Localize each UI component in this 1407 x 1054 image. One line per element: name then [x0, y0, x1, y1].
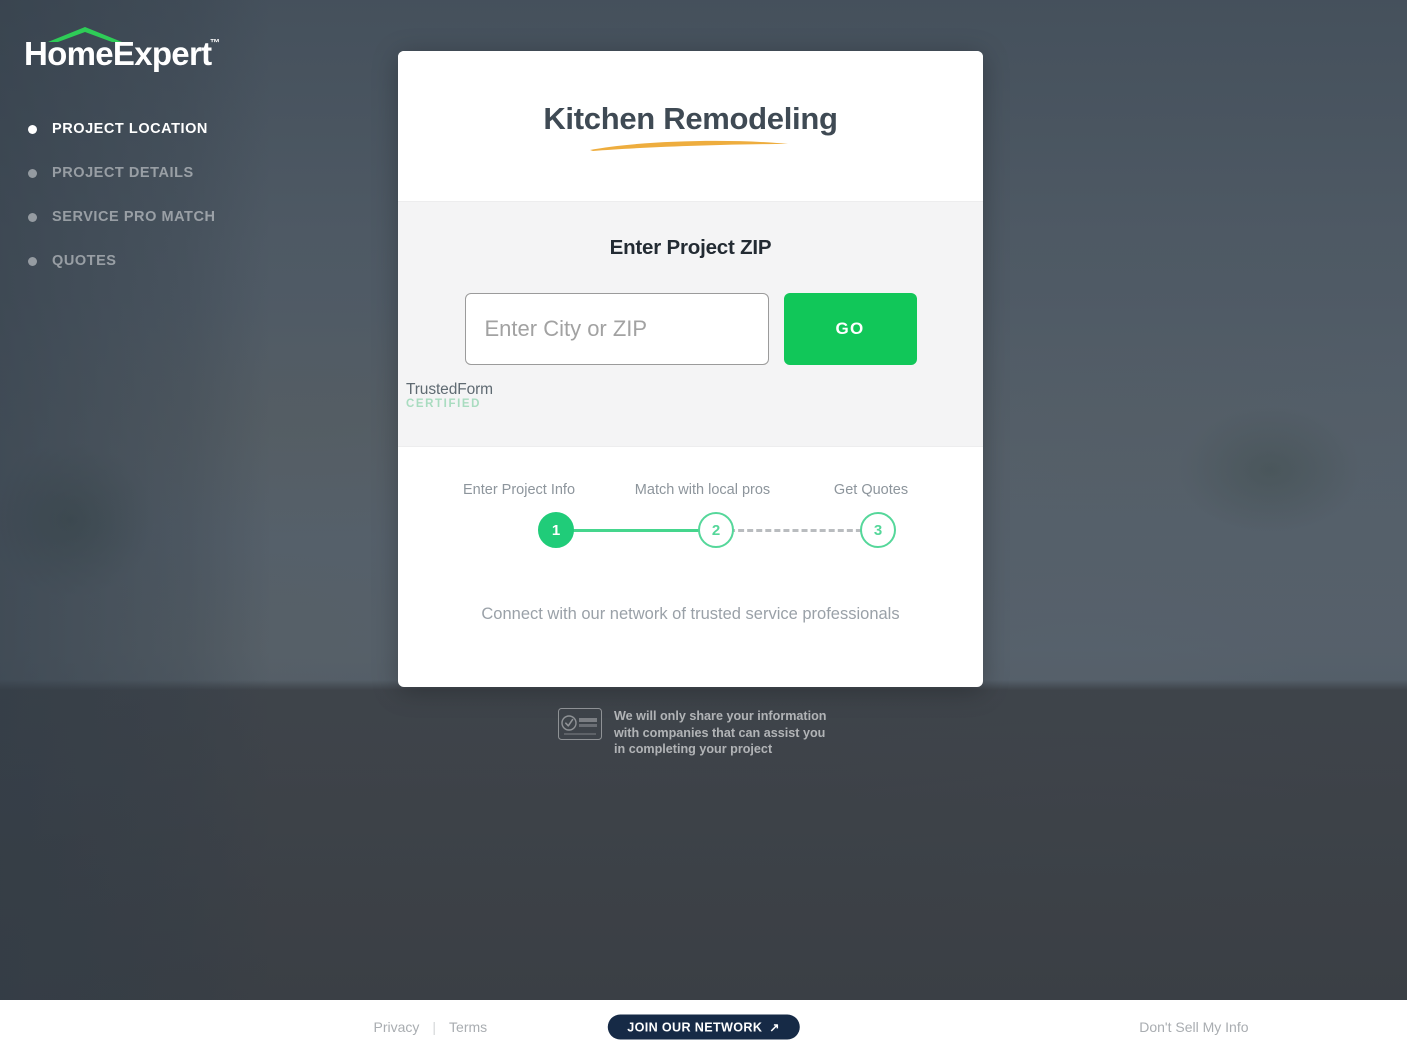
trustedform-badge: TrustedForm CERTIFIED: [398, 382, 493, 410]
zip-heading: Enter Project ZIP: [609, 236, 772, 259]
footer-inner: Privacy | Terms JOIN OUR NETWORK ↗ Don't…: [354, 1000, 1249, 1054]
footer-legal-links: Privacy | Terms: [374, 1019, 488, 1035]
brand-logo[interactable]: HomeExpert ™: [24, 26, 224, 72]
brand-name: HomeExpert: [24, 35, 212, 72]
stepper-track: 1 2 3: [538, 512, 896, 548]
zip-entry-section: Enter Project ZIP GO TrustedForm CERTIFI…: [398, 201, 983, 447]
bullet-icon: [28, 168, 37, 178]
norton-secured-seal-icon: [558, 708, 602, 740]
step-circle-3: 3: [860, 512, 896, 548]
arrow-up-right-icon: ↗: [769, 1020, 780, 1034]
do-not-sell-link[interactable]: Don't Sell My Info: [1139, 1019, 1248, 1035]
sidebar-item-quotes[interactable]: QUOTES: [28, 248, 288, 274]
disclaimer-line-1: We will only share your information: [614, 709, 827, 723]
privacy-link[interactable]: Privacy: [374, 1019, 420, 1035]
sidebar-item-label: PROJECT DETAILS: [52, 165, 194, 181]
sidebar-item-label: SERVICE PRO MATCH: [52, 209, 216, 225]
document-check-icon: [398, 384, 399, 408]
zip-form-row: GO: [398, 293, 983, 365]
sidebar-item-project-location[interactable]: PROJECT LOCATION: [28, 116, 288, 142]
trustedform-text: TrustedForm CERTIFIED: [406, 382, 493, 410]
bullet-icon: [28, 212, 37, 222]
lead-form-modal: Kitchen Remodeling Enter Project ZIP GO: [398, 51, 983, 687]
title-underline-swoosh: [589, 140, 788, 151]
trademark-symbol: ™: [210, 38, 220, 49]
page-footer: Privacy | Terms JOIN OUR NETWORK ↗ Don't…: [0, 1000, 1407, 1054]
track-segment-pending: [720, 529, 880, 532]
step-label-2: Match with local pros: [634, 482, 771, 498]
zip-input[interactable]: [464, 293, 769, 365]
step-label-3: Get Quotes: [833, 482, 909, 498]
join-our-network-button[interactable]: JOIN OUR NETWORK ↗: [607, 1014, 800, 1040]
terms-link[interactable]: Terms: [449, 1019, 487, 1035]
footer-divider: |: [432, 1019, 437, 1035]
trustedform-name: TrustedForm: [405, 381, 493, 398]
sidebar-item-service-pro-match[interactable]: SERVICE PRO MATCH: [28, 204, 288, 230]
join-our-network-label: JOIN OUR NETWORK: [627, 1020, 763, 1034]
modal-header: Kitchen Remodeling: [398, 51, 983, 201]
bullet-icon: [28, 124, 37, 134]
trustedform-certified: CERTIFIED: [405, 397, 482, 410]
stepper-labels: Enter Project Info Match with local pros…: [398, 482, 983, 498]
bullet-icon: [28, 256, 37, 266]
landing-page: HomeExpert ™ PROJECT LOCATION PROJECT DE…: [0, 0, 1407, 1054]
step-circle-1: 1: [538, 512, 574, 548]
privacy-disclaimer: We will only share your information with…: [558, 708, 978, 758]
sidebar-item-project-details[interactable]: PROJECT DETAILS: [28, 160, 288, 186]
modal-footnote: Connect with our network of trusted serv…: [481, 605, 900, 623]
disclaimer-line-2: with companies that can assist you: [614, 725, 826, 740]
progress-stepper: Enter Project Info Match with local pros…: [398, 482, 983, 587]
sidebar-item-label: PROJECT LOCATION: [52, 121, 208, 137]
progress-sidebar: PROJECT LOCATION PROJECT DETAILS SERVICE…: [28, 116, 288, 292]
disclaimer-copy: We will only share your information with…: [614, 708, 827, 758]
sidebar-item-label: QUOTES: [52, 253, 117, 269]
track-segment-completed: [556, 529, 716, 532]
disclaimer-line-3: in completing your project: [614, 742, 773, 757]
step-circle-2: 2: [698, 512, 734, 548]
step-label-1: Enter Project Info: [462, 482, 576, 498]
go-button[interactable]: GO: [783, 293, 917, 365]
page-title: Kitchen Remodeling: [543, 100, 838, 136]
